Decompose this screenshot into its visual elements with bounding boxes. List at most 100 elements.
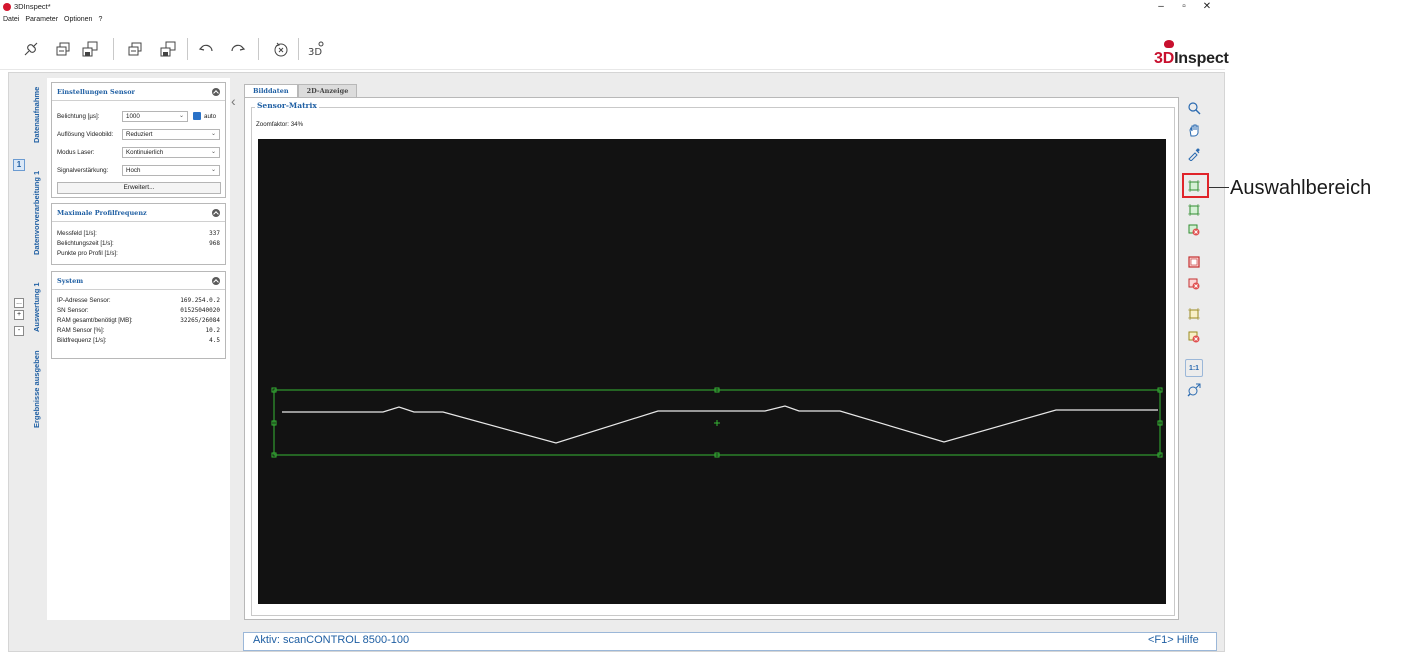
brand-prefix: 3D <box>1154 50 1175 67</box>
zoom-icon[interactable] <box>1185 99 1203 117</box>
reset-icon[interactable] <box>270 38 292 60</box>
selection-center-icon[interactable] <box>714 420 720 426</box>
frame-icon[interactable] <box>1185 253 1203 271</box>
laser-mode-label: Modus Laser: <box>57 149 95 156</box>
laser-mode-select[interactable]: Kontinuierlich ⌄ <box>122 147 220 158</box>
zoom-label: Zoomfaktor: 34% <box>256 121 304 128</box>
measuring-field-label: Messfeld [1/s]: <box>57 230 97 237</box>
ram-total-value: 32265/26084 <box>180 317 220 324</box>
brand-suffix: Inspect <box>1174 50 1229 67</box>
undo-icon[interactable] <box>196 38 218 60</box>
vtab-datenvorverarbeitung[interactable]: Datenvorverarbeitung 1 <box>32 158 46 268</box>
ip-label: IP-Adresse Sensor: <box>57 297 111 304</box>
frame-rate-value: 4.5 <box>209 337 220 344</box>
3d-view-icon[interactable]: 3D <box>305 38 327 60</box>
sn-value: 01525040020 <box>180 307 220 314</box>
video-res-label: Auflösung Videobild: <box>57 131 114 138</box>
redo-icon[interactable] <box>226 38 248 60</box>
measuring-field-value: 337 <box>209 230 220 237</box>
video-res-select[interactable]: Reduziert ⌄ <box>122 129 220 140</box>
menu-help[interactable]: ? <box>98 14 102 25</box>
help-hint[interactable]: <F1> Hilfe <box>1148 634 1199 646</box>
pipette-icon[interactable] <box>1185 145 1203 163</box>
auto-checkbox[interactable] <box>193 112 201 120</box>
menu-datei[interactable]: Datei <box>3 14 19 25</box>
exposure-label: Belichtung [µs]: <box>57 113 100 120</box>
sensor-matrix-svg <box>271 387 1163 458</box>
profile-frequency-title: Maximale Profilfrequenz <box>57 208 147 217</box>
connect-icon[interactable] <box>20 38 42 60</box>
advanced-button[interactable]: Erweitert... <box>57 182 221 194</box>
chevron-down-icon: ⌄ <box>210 167 216 173</box>
ram-sensor-value: 10.2 <box>205 327 220 334</box>
callout-label: Auswahlbereich <box>1230 177 1372 199</box>
restore-button[interactable]: ▫ <box>1173 0 1195 14</box>
collapse-icon[interactable] <box>212 208 220 217</box>
add-step-button[interactable]: + <box>14 310 24 320</box>
chevron-down-icon: ⌄ <box>210 131 216 137</box>
active-sensor-status: Aktiv: scanCONTROL 8500-100 <box>253 634 410 646</box>
toolbar-separator <box>298 38 299 60</box>
menu-bar: Datei Parameter Optionen ? <box>0 14 1225 25</box>
brand-mark-icon <box>1164 40 1174 48</box>
zoom-1-1-button[interactable]: 1:1 <box>1185 359 1203 377</box>
vtab-datenaufnahme[interactable]: Datenaufnahme <box>32 80 46 150</box>
collapse-icon[interactable] <box>212 276 220 285</box>
vertical-tab-strip: Datenaufnahme Datenvorverarbeitung 1 Aus… <box>32 80 46 540</box>
remove-frame-icon[interactable] <box>1185 275 1203 293</box>
close-button[interactable]: ✕ <box>1196 0 1218 14</box>
save-icon[interactable] <box>79 38 101 60</box>
auto-label: auto <box>204 113 217 120</box>
save-alt-icon[interactable] <box>157 38 179 60</box>
ram-sensor-label: RAM Sensor [%]: <box>57 327 105 334</box>
collapse-panel-icon[interactable]: ‹ <box>231 93 236 109</box>
step-badge[interactable]: 1 <box>13 159 25 171</box>
load-icon[interactable] <box>52 38 74 60</box>
toolbar-separator <box>113 38 114 60</box>
title-bar <box>0 0 1225 14</box>
exposure-time-label: Belichtungszeit [1/s]: <box>57 240 114 247</box>
chevron-down-icon: ⌄ <box>178 113 184 119</box>
tab-bilddaten[interactable]: Bilddaten <box>244 84 298 98</box>
highlight-box <box>1182 173 1209 198</box>
minimize-button[interactable]: – <box>1150 0 1172 14</box>
ram-total-label: RAM gesamt/benötigt [MB]: <box>57 317 133 324</box>
remove-area-icon[interactable] <box>1185 221 1203 239</box>
remove-crosshair-icon[interactable] <box>1185 328 1203 346</box>
sn-label: SN Sensor: <box>57 307 89 314</box>
view-tabs: Bilddaten 2D-Anzeige <box>244 84 358 98</box>
gain-label: Signalverstärkung: <box>57 167 109 174</box>
sensor-settings-group: Einstellungen Sensor Belichtung [µs]: 10… <box>51 82 226 198</box>
more-button[interactable]: ... <box>14 298 24 308</box>
profile-frequency-group: Maximale Profilfrequenz Messfeld [1/s]: … <box>51 203 226 265</box>
sensor-matrix-title: Sensor-Matrix <box>255 101 319 110</box>
settings-panel: Einstellungen Sensor Belichtung [µs]: 10… <box>47 78 230 620</box>
remove-step-button[interactable]: - <box>14 326 24 336</box>
toolbar-separator <box>258 38 259 60</box>
gain-select[interactable]: Hoch ⌄ <box>122 165 220 176</box>
exposure-time-value: 968 <box>209 240 220 247</box>
system-group: System IP-Adresse Sensor: 169.254.0.2 SN… <box>51 271 226 359</box>
toolbar <box>0 25 1225 70</box>
collapse-icon[interactable] <box>212 87 220 96</box>
chevron-down-icon: ⌄ <box>210 149 216 155</box>
ip-value: 169.254.0.2 <box>180 297 220 304</box>
select-area-alt-icon[interactable] <box>1185 201 1203 219</box>
callout-line <box>1209 187 1229 188</box>
svg-text:3D: 3D <box>308 47 322 58</box>
sensor-matrix-canvas[interactable] <box>258 139 1166 604</box>
vtab-auswertung[interactable]: Auswertung 1 <box>32 276 46 338</box>
menu-parameter[interactable]: Parameter <box>25 14 58 25</box>
pan-hand-icon[interactable] <box>1185 121 1203 139</box>
load-alt-icon[interactable] <box>124 38 146 60</box>
exposure-select[interactable]: 1000 ⌄ <box>122 111 188 122</box>
points-per-profile-label: Punkte pro Profil [1/s]: <box>57 250 118 257</box>
vtab-ergebnisse[interactable]: Ergebnisse ausgeben <box>32 346 46 432</box>
crosshair-area-icon[interactable] <box>1185 305 1203 323</box>
tab-2d-anzeige[interactable]: 2D-Anzeige <box>297 84 358 98</box>
system-title: System <box>57 276 84 285</box>
menu-optionen[interactable]: Optionen <box>64 14 92 25</box>
zoom-fit-icon[interactable] <box>1185 381 1203 399</box>
profile-line <box>282 405 1158 444</box>
app-logo-icon <box>3 3 11 11</box>
